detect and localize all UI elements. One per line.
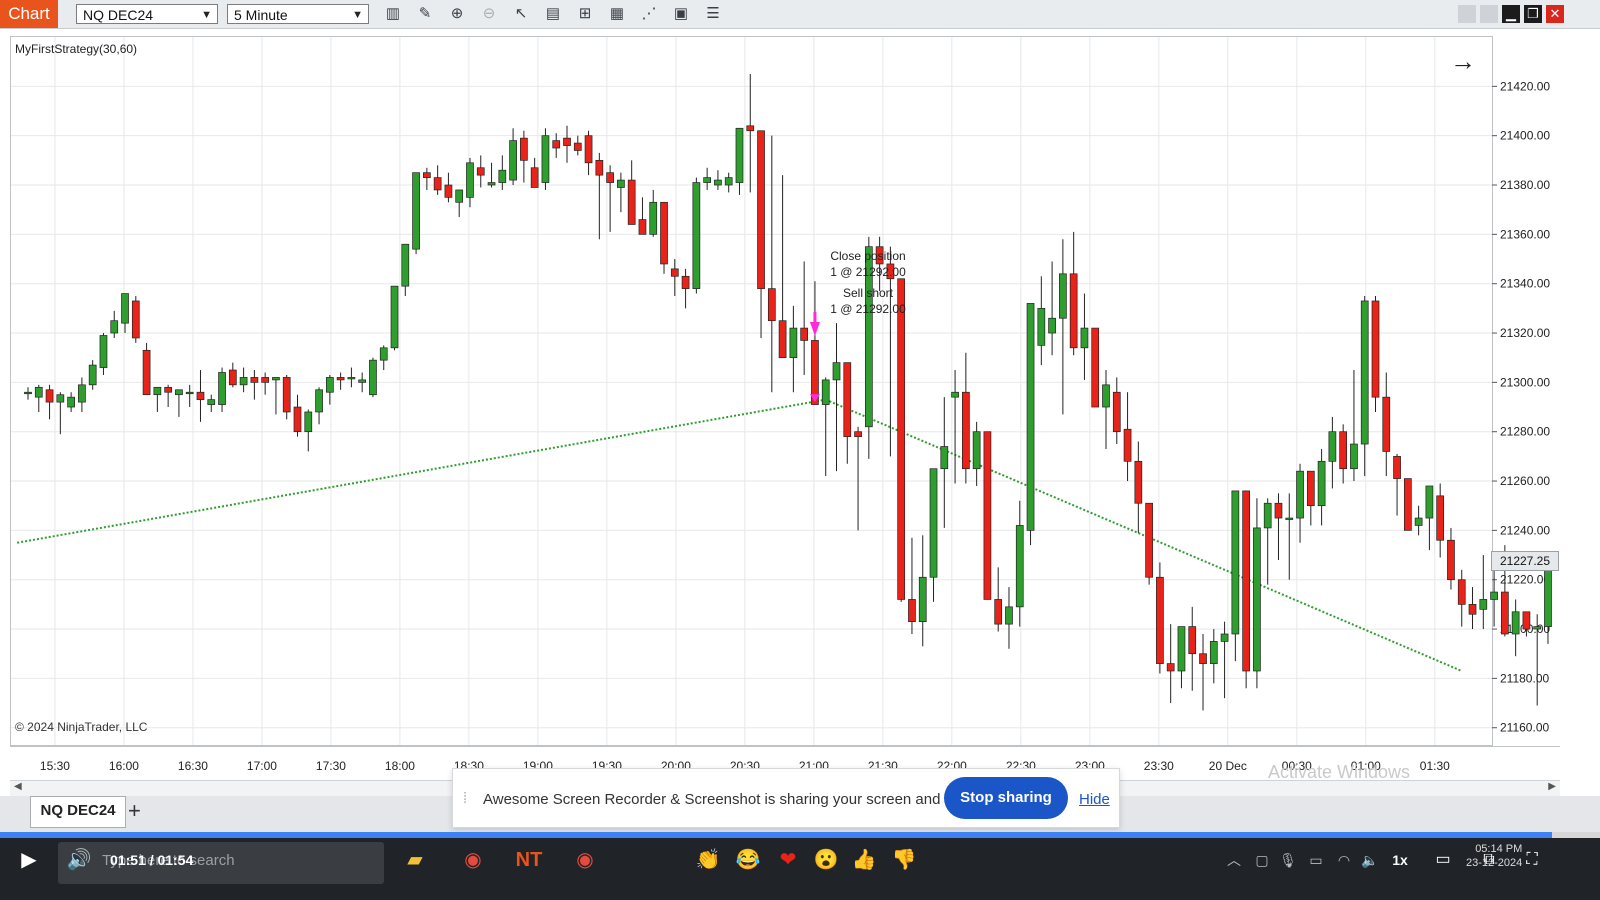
interval-select[interactable]: 5 Minute ▼ [227,4,369,24]
current-price-marker: 21227.25 [1491,551,1559,571]
pointer-icon[interactable]: ↖ [510,4,532,24]
interval-value: 5 Minute [234,7,288,23]
strategy-label: MyFirstStrategy(30,60) [15,42,138,56]
heart-reaction-icon[interactable]: ❤ [774,848,802,872]
copyright-notice: © 2024 NinjaTrader, LLC [15,720,148,734]
chevron-down-icon: ▼ [352,9,363,21]
tab-nq-dec24[interactable]: NQ DEC24 [30,796,126,828]
activate-windows-watermark: Activate Windows [1268,762,1411,782]
thumbs-down-reaction-icon[interactable]: 👎 [890,848,918,872]
screen-sharing-bar: ⁞ Awesome Screen Recorder & Screenshot i… [452,768,1120,828]
drawing-pencil-icon[interactable]: ✎ [414,4,436,24]
wifi-icon[interactable]: ◠ [1334,848,1354,872]
restore-icon[interactable]: ❐ [1524,5,1542,23]
chart-toolbar: Chart NQ DEC24 ▼ 5 Minute ▼ ▥ ✎ ⊕ ⊖ ↖ ▤ … [0,0,1600,29]
speaker-icon[interactable]: 🔈 [1360,848,1380,872]
instrument-select[interactable]: NQ DEC24 ▼ [76,4,218,24]
crosshair-icon[interactable]: ⊞ [574,4,596,24]
zoom-out-icon[interactable]: ⊖ [478,4,500,24]
device-icon[interactable]: ▢ [1252,848,1272,872]
playback-speed[interactable]: 1x [1388,848,1412,872]
annotation-title: Close position [830,249,906,263]
arrow-right-icon[interactable]: → [1450,46,1476,77]
sharing-message: Awesome Screen Recorder & Screenshot is … [483,791,986,808]
annotation-title: Sell short [842,286,894,300]
panel-icon[interactable] [1458,5,1476,23]
volume-icon[interactable]: 🔊 [66,848,92,872]
panel-icon[interactable] [1480,5,1498,23]
instrument-value: NQ DEC24 [83,7,154,23]
chart-title-badge[interactable]: Chart [0,0,58,28]
sell-short-annotation: Sell short 1 @ 21292.00 [818,285,918,317]
wow-reaction-icon[interactable]: 😮 [812,848,840,872]
indicators-icon[interactable]: ▦ [606,4,628,24]
laugh-reaction-icon[interactable]: 😂 [734,848,762,872]
chevron-up-icon[interactable]: ︿ [1224,848,1244,872]
thumbs-up-reaction-icon[interactable]: 👍 [850,848,878,872]
properties-icon[interactable]: ▣ [670,4,692,24]
start-windows-icon[interactable]: ▶ [16,848,42,872]
ninjatrader-icon[interactable]: NT [512,848,546,872]
screen-icon[interactable]: ▭ [1432,848,1454,872]
drag-handle-icon[interactable]: ⁞ [463,790,467,807]
close-position-annotation: Close position 1 @ 21292.00 [818,248,918,280]
chrome-profile-icon[interactable]: ◉ [570,848,600,872]
chevron-down-icon: ▼ [201,9,212,21]
video-timecode: 01:51 / 01:54 [110,852,194,868]
annotation-detail: 1 @ 21292.00 [830,265,906,279]
minimize-icon[interactable]: ▁ [1502,5,1520,23]
scroll-left-icon[interactable]: ◀ [14,781,22,792]
system-clock: 05:14 PM 23-12-2024 [1466,842,1522,870]
hide-link[interactable]: Hide [1079,791,1110,808]
chrome-icon[interactable]: ◉ [458,848,488,872]
price-axis[interactable] [1493,36,1560,746]
fullscreen-icon[interactable]: ⛶ [1520,848,1544,872]
stop-sharing-button[interactable]: Stop sharing [944,777,1068,819]
clock-time: 05:14 PM [1475,843,1523,855]
microphone-icon[interactable]: 🎙 [1278,848,1298,872]
strategies-icon[interactable]: ⋰ [638,4,660,24]
bar-type-icon[interactable]: ▥ [382,4,404,24]
scroll-right-icon[interactable]: ▶ [1548,781,1556,792]
clap-reaction-icon[interactable]: 👏 [694,848,722,872]
annotation-detail: 1 @ 21292.00 [830,302,906,316]
battery-icon[interactable]: ▭ [1306,848,1326,872]
close-icon[interactable]: ✕ [1546,5,1564,23]
price-panel[interactable] [10,36,1493,746]
chart-trader-list-icon[interactable]: ☰ [702,4,724,24]
data-box-icon[interactable]: ▤ [542,4,564,24]
zoom-in-icon[interactable]: ⊕ [446,4,468,24]
clock-date: 23-12-2024 [1466,857,1523,869]
file-explorer-icon[interactable]: ▰ [400,848,430,872]
add-tab-button[interactable]: + [128,798,141,824]
